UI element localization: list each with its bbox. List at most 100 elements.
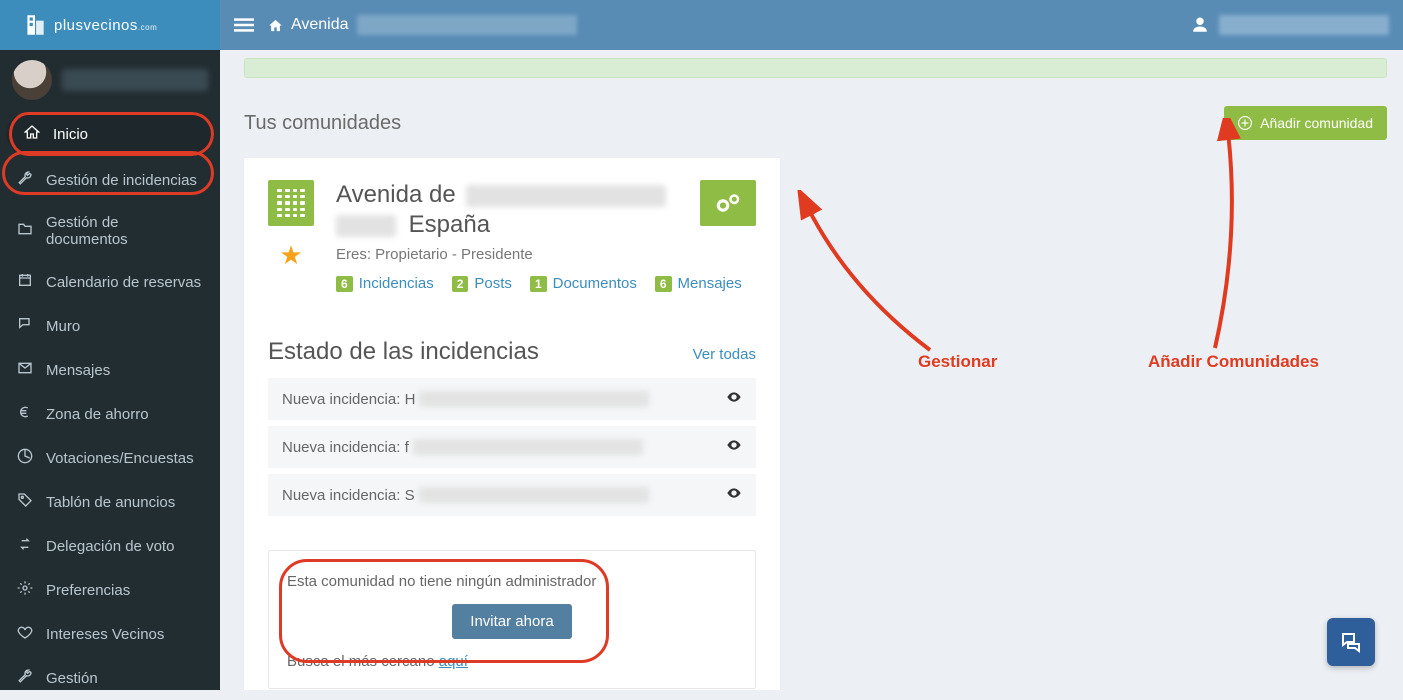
sidebar-item-calendario-de-reservas[interactable]: Calendario de reservas	[0, 260, 220, 304]
user-menu[interactable]	[1191, 15, 1389, 35]
community-stat-mensajes[interactable]: 6Mensajes	[655, 275, 742, 292]
community-stat-posts[interactable]: 2 Posts	[452, 275, 512, 292]
sidebar-item-label: Gestión	[46, 670, 98, 687]
plus-circle-icon	[1238, 116, 1252, 130]
sidebar-item-gesti-n-de-incidencias[interactable]: Gestión de incidencias	[0, 158, 220, 202]
breadcrumb-redacted	[357, 15, 577, 35]
stat-label: Incidencias	[359, 275, 434, 292]
sidebar-item-inicio[interactable]: Inicio	[6, 112, 214, 156]
sidebar-item-votaciones-encuestas[interactable]: Votaciones/Encuestas	[0, 436, 220, 480]
eye-icon[interactable]	[726, 485, 742, 505]
sidebar-item-label: Delegación de voto	[46, 538, 174, 555]
invite-now-button[interactable]: Invitar ahora	[452, 604, 571, 639]
section-title: Tus comunidades	[244, 112, 401, 135]
wrench-icon	[16, 170, 34, 190]
calendar-icon	[16, 272, 34, 292]
breadcrumb-text: Avenida	[291, 16, 349, 34]
sidebar-user-panel[interactable]	[0, 50, 220, 110]
breadcrumb[interactable]: Avenida	[268, 15, 577, 35]
stat-count-badge: 6	[336, 276, 353, 292]
euro-icon	[16, 404, 34, 424]
sidebar-item-zona-de-ahorro[interactable]: Zona de ahorro	[0, 392, 220, 436]
incidents-title: Estado de las incidencias	[268, 338, 539, 366]
sidebar-item-muro[interactable]: Muro	[0, 304, 220, 348]
incident-prefix: Nueva incidencia: H	[282, 391, 415, 408]
sidebar-item-preferencias[interactable]: Preferencias	[0, 568, 220, 612]
invite-footer: Busca el más cercano aquí	[287, 653, 737, 670]
incidents-see-all-link[interactable]: Ver todas	[693, 346, 756, 363]
community-stat-documentos[interactable]: 1 Documentos	[530, 275, 637, 292]
incident-redacted	[413, 439, 643, 455]
sidebar-item-label: Zona de ahorro	[46, 406, 149, 423]
brand-logo[interactable]: plusvecinos.com	[0, 0, 220, 50]
incident-row[interactable]: Nueva incidencia: H	[268, 378, 756, 420]
add-community-label: Añadir comunidad	[1260, 115, 1373, 131]
sidebar-item-label: Gestión de incidencias	[46, 172, 197, 189]
user-icon	[1191, 16, 1209, 34]
sidebar-item-gesti-n[interactable]: Gestión	[0, 656, 220, 700]
menu-toggle-icon[interactable]	[234, 15, 254, 35]
sidebar-item-label: Calendario de reservas	[46, 274, 201, 291]
wrench-icon	[16, 668, 34, 688]
eye-icon[interactable]	[726, 437, 742, 457]
eye-icon[interactable]	[726, 389, 742, 409]
invite-admin-panel: Esta comunidad no tiene ningún administr…	[268, 550, 756, 689]
gears-icon	[713, 190, 743, 216]
invite-text: Esta comunidad no tiene ningún administr…	[287, 573, 737, 590]
envelope-icon	[16, 360, 34, 380]
sidebar-item-label: Gestión de documentos	[46, 214, 204, 248]
username-redacted	[1219, 15, 1389, 35]
main-content: Tus comunidades Añadir comunidad ★ Aveni…	[220, 50, 1403, 690]
incident-prefix: Nueva incidencia: f	[282, 439, 409, 456]
sidebar-item-label: Preferencias	[46, 582, 130, 599]
sidebar-item-delegaci-n-de-voto[interactable]: Delegación de voto	[0, 524, 220, 568]
comments-icon	[16, 316, 34, 336]
topbar-main: Avenida	[220, 0, 1403, 50]
incident-prefix: Nueva incidencia: S	[282, 487, 415, 504]
sidebar-item-gesti-n-de-documentos[interactable]: Gestión de documentos	[0, 202, 220, 260]
sidebar-username-redacted	[62, 69, 208, 91]
home-icon	[268, 18, 283, 33]
sidebar: Inicio Gestión de incidencias Gestión de d…	[0, 50, 220, 690]
favorite-star-icon[interactable]: ★	[279, 240, 302, 271]
invite-here-link[interactable]: aquí	[439, 653, 468, 670]
incident-row[interactable]: Nueva incidencia: S	[268, 474, 756, 516]
heart-icon	[16, 624, 34, 644]
incident-redacted	[419, 487, 649, 503]
stat-label: Documentos	[553, 275, 637, 292]
community-title[interactable]: Avenida de España	[336, 180, 690, 240]
topbar: plusvecinos.com Avenida	[0, 0, 1403, 50]
folder-icon	[16, 221, 34, 241]
sidebar-item-tabl-n-de-anuncios[interactable]: Tablón de anuncios	[0, 480, 220, 524]
stat-count-badge: 2	[452, 276, 469, 292]
chat-icon	[1339, 630, 1363, 654]
brand-text: plusvecinos.com	[54, 17, 157, 34]
cogs-icon	[16, 580, 34, 600]
stat-label: Posts	[474, 275, 512, 292]
community-building-icon	[268, 180, 314, 226]
community-title-redacted-2	[336, 215, 396, 237]
tags-icon	[16, 492, 34, 512]
sidebar-item-label: Tablón de anuncios	[46, 494, 175, 511]
retweet-icon	[16, 536, 34, 556]
sidebar-item-label: Inicio	[53, 126, 88, 143]
manage-community-button[interactable]	[700, 180, 756, 226]
stat-count-badge: 1	[530, 276, 547, 292]
sidebar-item-label: Muro	[46, 318, 80, 335]
chat-fab-button[interactable]	[1327, 618, 1375, 666]
chart-icon	[16, 448, 34, 468]
add-community-button[interactable]: Añadir comunidad	[1224, 106, 1387, 140]
community-card: ★ Avenida de España	[244, 158, 780, 690]
sidebar-item-label: Intereses Vecinos	[46, 626, 164, 643]
avatar	[12, 60, 52, 100]
sidebar-item-intereses-vecinos[interactable]: Intereses Vecinos	[0, 612, 220, 656]
incident-redacted	[419, 391, 649, 407]
building-logo-icon	[22, 12, 48, 38]
community-stat-incidencias[interactable]: 6 Incidencias	[336, 275, 434, 292]
sidebar-item-label: Votaciones/Encuestas	[46, 450, 194, 467]
community-role: Eres: Propietario - Presidente	[336, 246, 756, 263]
home-icon	[23, 124, 41, 144]
stat-label: Mensajes	[678, 275, 742, 292]
incident-row[interactable]: Nueva incidencia: f	[268, 426, 756, 468]
sidebar-item-mensajes[interactable]: Mensajes	[0, 348, 220, 392]
